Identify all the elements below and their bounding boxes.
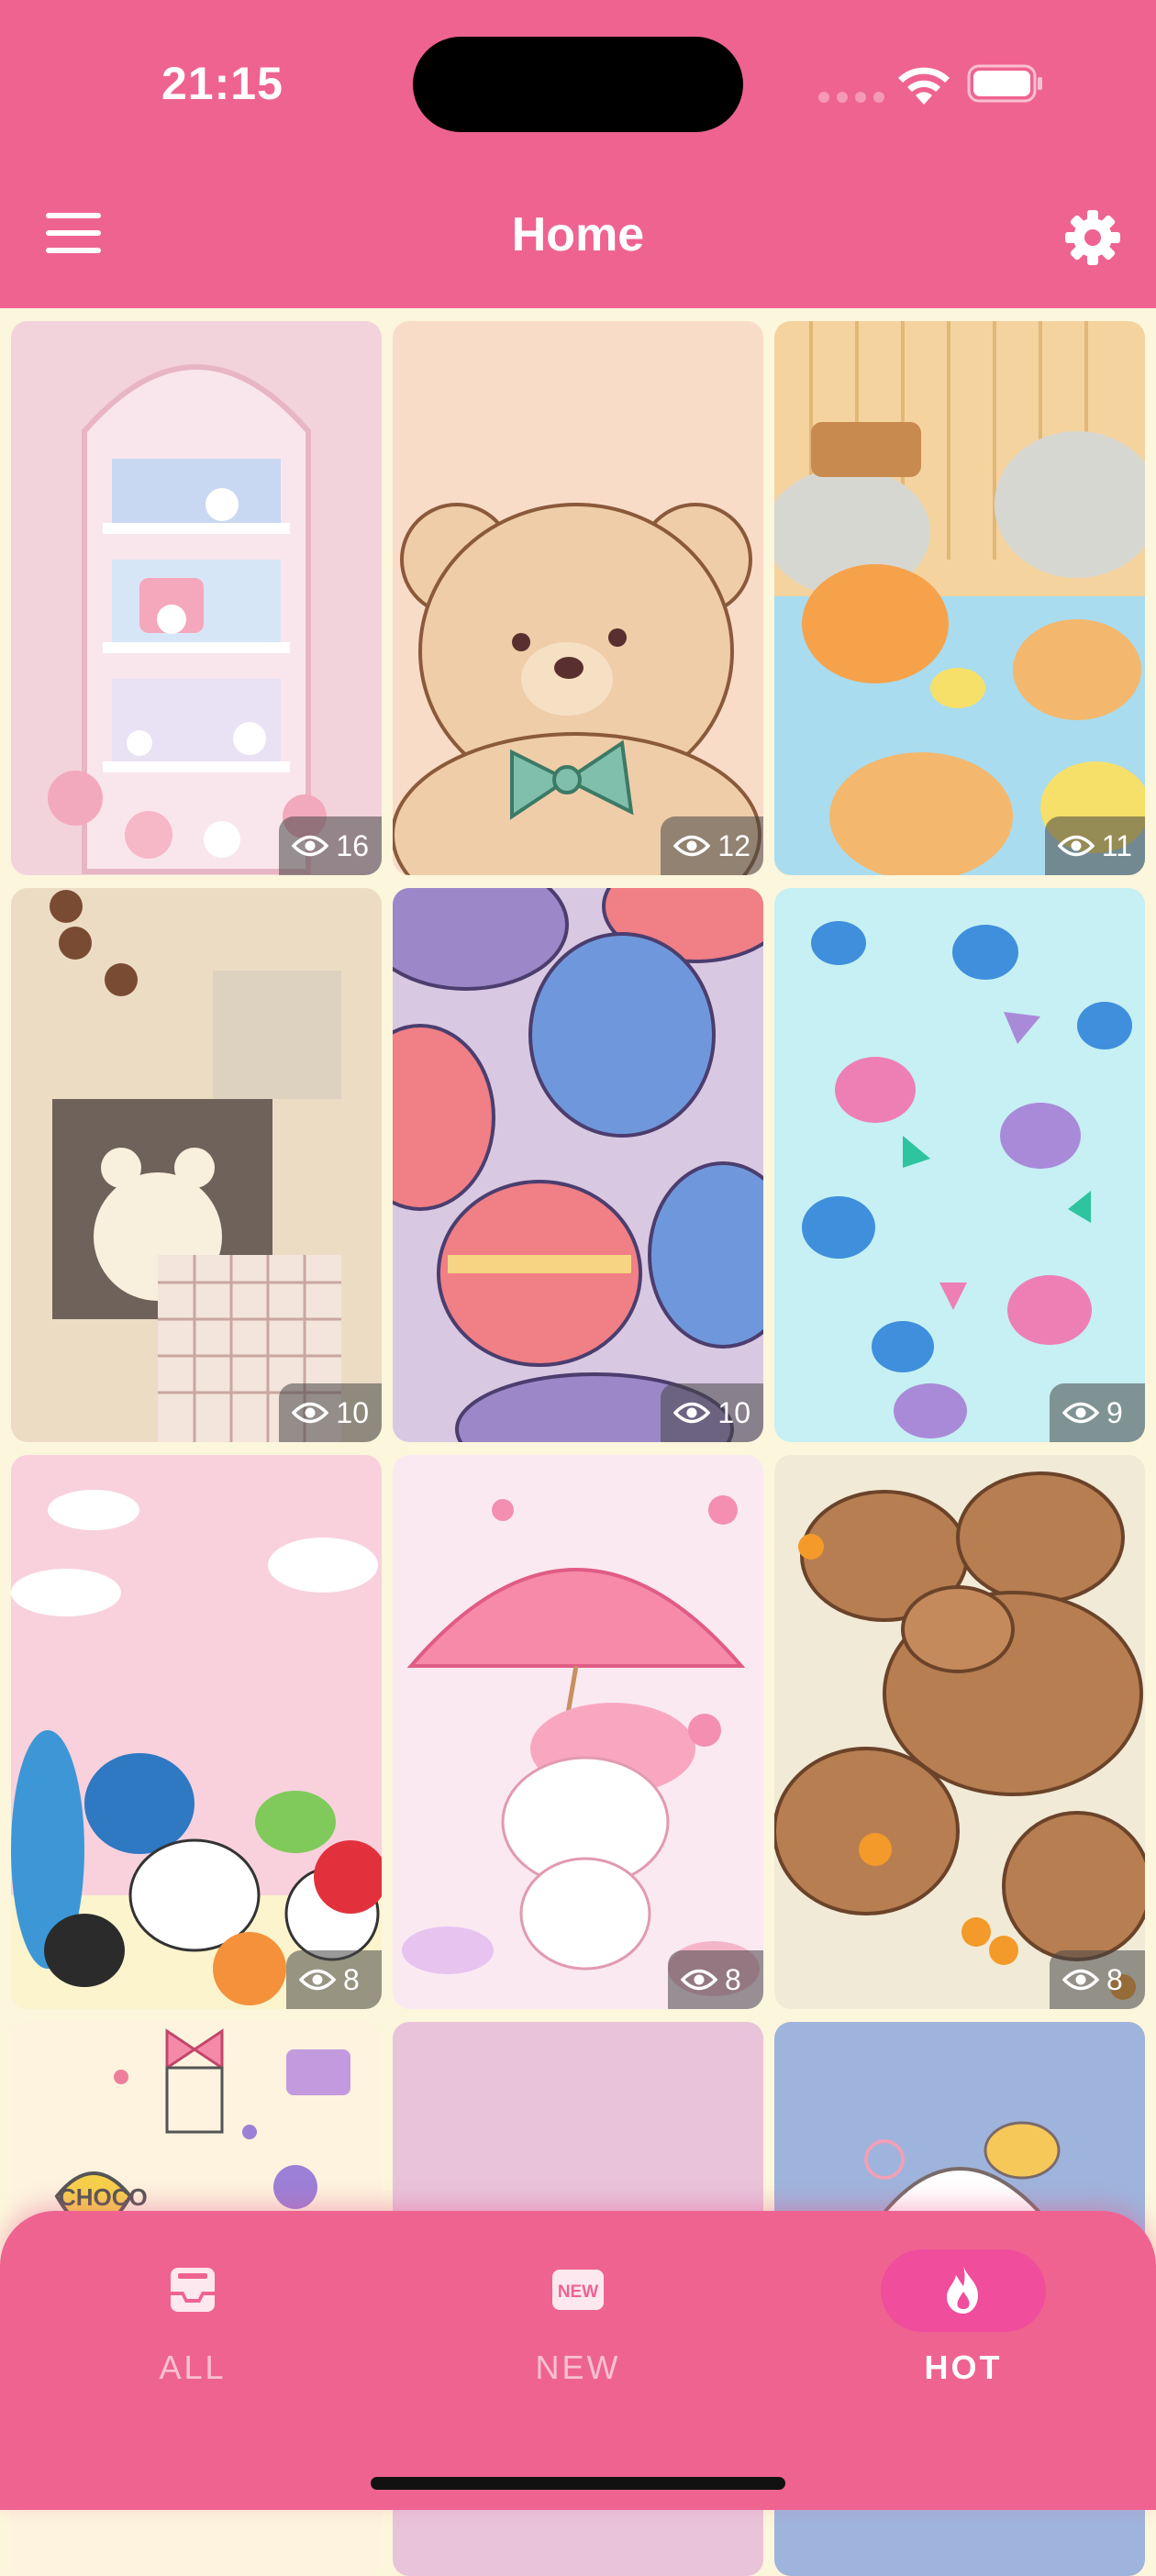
view-count: 10 bbox=[717, 1395, 750, 1429]
wallpaper-image bbox=[11, 1455, 382, 2009]
tab-label: NEW bbox=[535, 2348, 621, 2386]
view-count: 10 bbox=[336, 1395, 369, 1429]
new-badge-icon: NEW bbox=[552, 2270, 604, 2310]
view-count: 11 bbox=[1101, 828, 1132, 862]
view-count-badge: 16 bbox=[279, 816, 382, 875]
flame-icon bbox=[947, 2266, 978, 2314]
inbox-icon bbox=[171, 2268, 215, 2312]
view-count: 8 bbox=[1106, 1962, 1123, 1996]
wallpaper-card[interactable]: 16 bbox=[11, 321, 382, 875]
wallpaper-card[interactable]: 8 bbox=[774, 1455, 1145, 2009]
wallpaper-image bbox=[11, 321, 382, 875]
bottom-navigation: ALL NEW NEW HOT bbox=[0, 2211, 1156, 2510]
battery-icon bbox=[967, 64, 1042, 103]
wallpaper-card[interactable]: 9 bbox=[774, 888, 1145, 1442]
wallpaper-image bbox=[393, 1455, 763, 2009]
view-count-badge: 11 bbox=[1044, 816, 1145, 875]
eye-icon bbox=[1062, 1402, 1099, 1424]
page-title: Home bbox=[511, 208, 645, 261]
tab-hot[interactable]: HOT bbox=[826, 2244, 1101, 2400]
view-count-badge: 8 bbox=[286, 1950, 382, 2009]
wallpaper-text: CHOCO bbox=[59, 2183, 148, 2211]
eye-icon bbox=[1062, 1969, 1099, 1991]
view-count-badge: 9 bbox=[1050, 1383, 1145, 1442]
wallpaper-image bbox=[11, 888, 382, 1442]
view-count: 8 bbox=[725, 1962, 741, 1996]
dynamic-island bbox=[413, 37, 743, 132]
view-count: 12 bbox=[717, 828, 750, 862]
tab-label: HOT bbox=[924, 2348, 1003, 2386]
view-count-badge: 12 bbox=[661, 816, 763, 875]
wallpaper-card[interactable]: 8 bbox=[393, 1455, 763, 2009]
new-badge-text: NEW bbox=[558, 2282, 598, 2302]
wifi-icon bbox=[898, 67, 950, 105]
wallpaper-image bbox=[393, 321, 763, 875]
eye-icon bbox=[673, 1402, 711, 1424]
eye-icon bbox=[292, 1402, 329, 1424]
wallpaper-card[interactable]: 10 bbox=[11, 888, 382, 1442]
view-count-badge: 10 bbox=[661, 1383, 763, 1442]
wallpaper-card[interactable]: 8 bbox=[11, 1455, 382, 2009]
wallpaper-image bbox=[774, 1455, 1145, 2009]
eye-icon bbox=[673, 835, 711, 857]
view-count: 9 bbox=[1106, 1395, 1123, 1429]
status-time: 21:15 bbox=[161, 58, 283, 109]
view-count: 8 bbox=[343, 1962, 360, 1996]
gear-icon[interactable] bbox=[1062, 207, 1123, 268]
wallpaper-card[interactable]: 12 bbox=[393, 321, 763, 875]
wallpaper-image bbox=[393, 888, 763, 1442]
view-count-badge: 8 bbox=[1050, 1950, 1145, 2009]
wallpaper-image bbox=[774, 321, 1145, 875]
view-count-badge: 10 bbox=[279, 1383, 382, 1442]
wallpaper-image bbox=[774, 888, 1145, 1442]
eye-icon bbox=[1057, 835, 1095, 857]
home-indicator[interactable] bbox=[371, 2477, 785, 2490]
wallpaper-card[interactable]: 10 bbox=[393, 888, 763, 1442]
view-count-badge: 8 bbox=[668, 1950, 763, 2009]
eye-icon bbox=[681, 1969, 717, 1991]
tab-label: ALL bbox=[159, 2348, 227, 2386]
tab-all[interactable]: ALL bbox=[55, 2244, 330, 2400]
eye-icon bbox=[299, 1969, 336, 1991]
top-bar: 21:15 Home bbox=[0, 0, 1156, 308]
cellular-signal-icon bbox=[818, 92, 884, 103]
tab-new[interactable]: NEW NEW bbox=[440, 2244, 716, 2400]
view-count: 16 bbox=[336, 828, 369, 862]
eye-icon bbox=[292, 835, 329, 857]
wallpaper-card[interactable]: 11 bbox=[774, 321, 1145, 875]
